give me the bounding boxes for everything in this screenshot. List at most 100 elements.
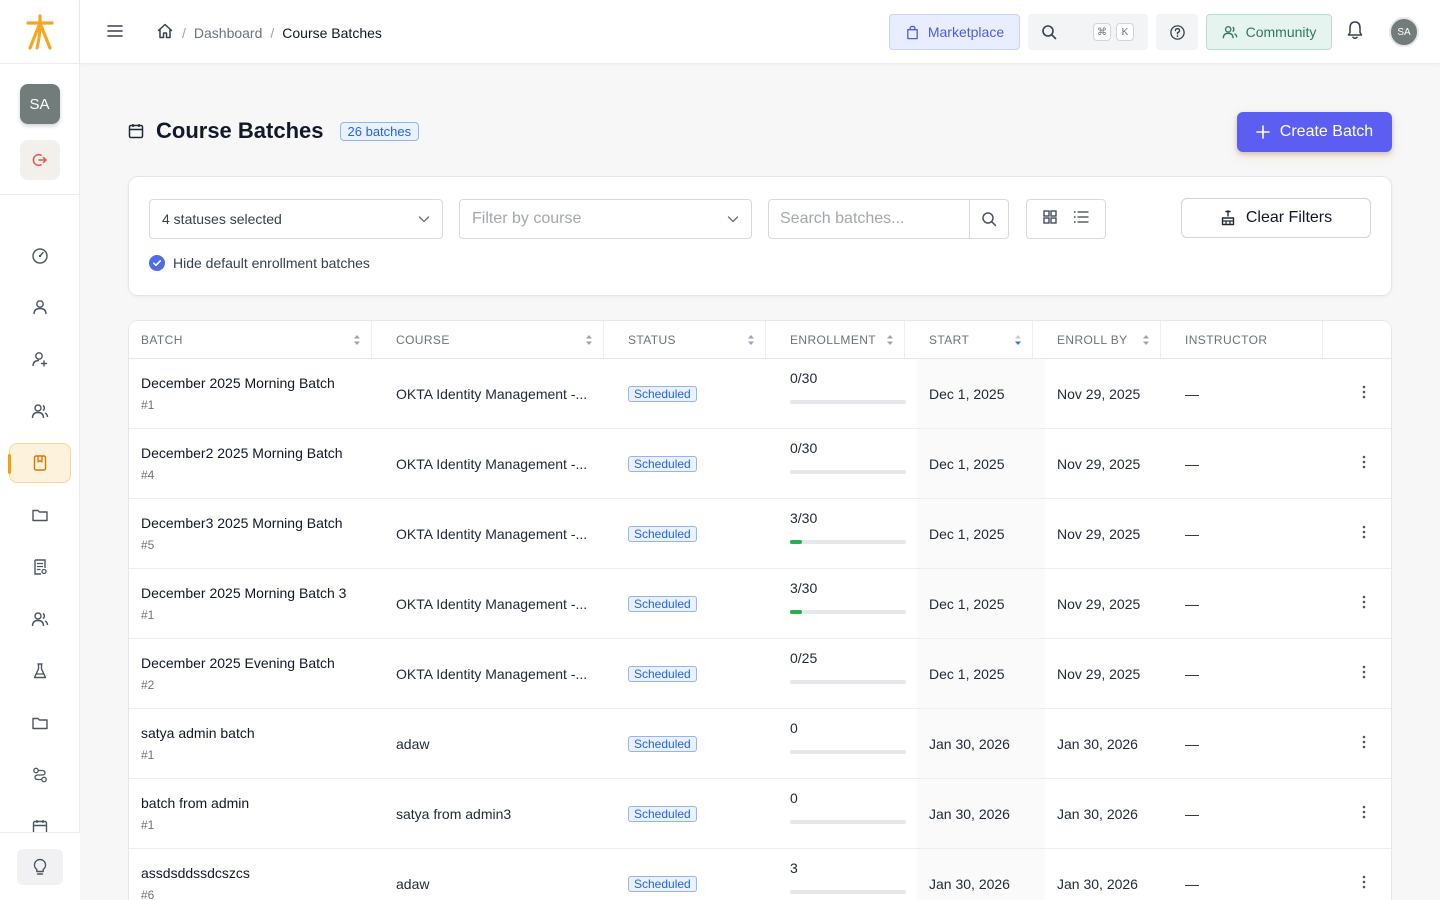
table-row[interactable]: batch from admin #1 satya from admin3 Sc… (129, 778, 1391, 849)
table-row[interactable]: December 2025 Morning Batch #1 OKTA Iden… (129, 358, 1391, 429)
course-name: OKTA Identity Management -... (396, 525, 588, 542)
table-row[interactable]: December3 2025 Morning Batch #5 OKTA Ide… (129, 498, 1391, 569)
nav-labs[interactable] (9, 651, 71, 691)
sidebar: SA (0, 0, 80, 900)
nav-reports[interactable] (9, 547, 71, 587)
start-date-cell: Jan 30, 2026 (917, 778, 1045, 849)
row-actions-button[interactable] (1362, 525, 1366, 542)
sidebar-nav (0, 235, 80, 832)
breadcrumb-separator: / (182, 24, 186, 41)
course-filter-select[interactable]: Filter by course (459, 199, 752, 239)
column-header-enroll-by[interactable]: ENROLL BY (1045, 321, 1173, 359)
column-header-batch[interactable]: BATCH (129, 321, 384, 359)
community-button[interactable]: Community (1206, 14, 1332, 50)
table-row[interactable]: assdsddssdcszcs #6 adaw Scheduled 3 Jan … (129, 848, 1391, 900)
enrollment-cell: 0/30 (778, 428, 917, 499)
column-header-course[interactable]: COURSE (384, 321, 616, 359)
sort-icon (1143, 334, 1149, 345)
nav-dashboard[interactable] (9, 235, 71, 275)
batch-search-button[interactable] (969, 200, 1008, 238)
enroll-by-cell: Nov 29, 2025 (1045, 358, 1173, 429)
table-row[interactable]: December 2025 Evening Batch #2 OKTA Iden… (129, 638, 1391, 709)
column-header-enrollment[interactable]: ENROLLMENT (778, 321, 917, 359)
row-actions-button[interactable] (1362, 385, 1366, 402)
instructor-cell: — (1173, 848, 1335, 900)
report-icon (34, 559, 47, 575)
nav-course-batches[interactable] (8, 443, 71, 483)
row-actions-button[interactable] (1362, 665, 1366, 682)
enroll-by-cell: Jan 30, 2026 (1045, 708, 1173, 779)
row-actions-cell (1335, 428, 1391, 499)
notifications-button[interactable] (1346, 20, 1364, 45)
grid-view-button[interactable] (1043, 209, 1057, 229)
row-actions-button[interactable] (1362, 805, 1366, 822)
menu-toggle-button[interactable] (106, 22, 124, 45)
batch-name[interactable]: December 2025 Morning Batch (141, 375, 372, 391)
nav-groups[interactable] (9, 391, 71, 431)
column-header-start[interactable]: START (917, 321, 1045, 359)
instructor-name: — (1185, 805, 1199, 822)
enrollment-count: 0/25 (790, 649, 818, 666)
table-row[interactable]: December 2025 Morning Batch 3 #1 OKTA Id… (129, 568, 1391, 639)
routes-icon (33, 767, 47, 783)
batch-id: #5 (141, 538, 155, 552)
logout-button[interactable] (19, 140, 60, 180)
row-actions-button[interactable] (1362, 595, 1366, 612)
row-actions-button[interactable] (1362, 875, 1366, 892)
batch-name[interactable]: December 2025 Morning Batch 3 (141, 585, 372, 601)
breadcrumb-separator: / (270, 24, 275, 41)
status-badge: Scheduled (628, 386, 697, 402)
start-date: Jan 30, 2026 (929, 735, 1010, 752)
batch-name[interactable]: December2 2025 Morning Batch (141, 445, 372, 461)
app-logo[interactable] (0, 0, 79, 64)
row-actions-button[interactable] (1362, 455, 1366, 472)
instructors-icon (31, 612, 49, 627)
course-cell: OKTA Identity Management -... (384, 638, 616, 709)
nav-calendar[interactable] (9, 807, 71, 832)
batch-name[interactable]: satya admin batch (141, 725, 372, 741)
sidebar-avatar[interactable]: SA (19, 84, 60, 124)
batch-search-input[interactable] (769, 200, 969, 238)
breadcrumb-dashboard[interactable]: Dashboard (194, 25, 263, 41)
batch-cell: satya admin batch #1 (129, 708, 384, 779)
batch-name[interactable]: assdsddssdcszcs (141, 865, 372, 881)
more-vertical-icon (1362, 875, 1366, 889)
status-filter-select[interactable]: 4 statuses selected (149, 199, 443, 239)
create-batch-button[interactable]: Create Batch (1237, 112, 1392, 152)
table-row[interactable]: satya admin batch #1 adaw Scheduled 0 Ja… (129, 708, 1391, 779)
nav-add-user[interactable] (9, 339, 71, 379)
lightbulb-icon (33, 858, 47, 875)
home-link[interactable] (156, 22, 174, 43)
batch-name[interactable]: December 2025 Evening Batch (141, 655, 372, 671)
marketplace-button[interactable]: Marketplace (889, 14, 1020, 50)
global-search-button[interactable]: ⌘ K (1028, 14, 1148, 50)
start-date: Jan 30, 2026 (929, 805, 1010, 822)
clear-filters-button[interactable]: Clear Filters (1181, 198, 1371, 238)
user-avatar[interactable]: SA (1389, 17, 1419, 47)
help-button[interactable] (1156, 14, 1198, 50)
row-actions-cell (1335, 848, 1391, 900)
calendar-icon (32, 820, 48, 832)
nav-folders[interactable] (9, 495, 71, 535)
enroll-by-cell: Nov 29, 2025 (1045, 568, 1173, 639)
batch-name[interactable]: December3 2025 Morning Batch (141, 515, 372, 531)
batch-name[interactable]: batch from admin (141, 795, 372, 811)
tips-button[interactable] (17, 848, 63, 885)
row-actions-button[interactable] (1362, 735, 1366, 752)
instructor-name: — (1185, 385, 1199, 402)
course-cell: OKTA Identity Management -... (384, 358, 616, 429)
enrollment-progress-bar (790, 469, 906, 474)
search-icon (982, 212, 997, 227)
nav-files[interactable] (9, 703, 71, 743)
table-row[interactable]: December2 2025 Morning Batch #4 OKTA Ide… (129, 428, 1391, 499)
column-header-actions (1335, 321, 1391, 359)
batch-cell: batch from admin #1 (129, 778, 384, 849)
list-view-button[interactable] (1073, 210, 1089, 229)
nav-routes[interactable] (9, 755, 71, 795)
nav-users[interactable] (9, 287, 71, 327)
row-actions-cell (1335, 568, 1391, 639)
hide-default-checkbox[interactable] (149, 255, 165, 271)
nav-instructors[interactable] (9, 599, 71, 639)
hide-default-checkbox-row[interactable]: Hide default enrollment batches (149, 255, 370, 271)
column-header-status[interactable]: STATUS (616, 321, 778, 359)
